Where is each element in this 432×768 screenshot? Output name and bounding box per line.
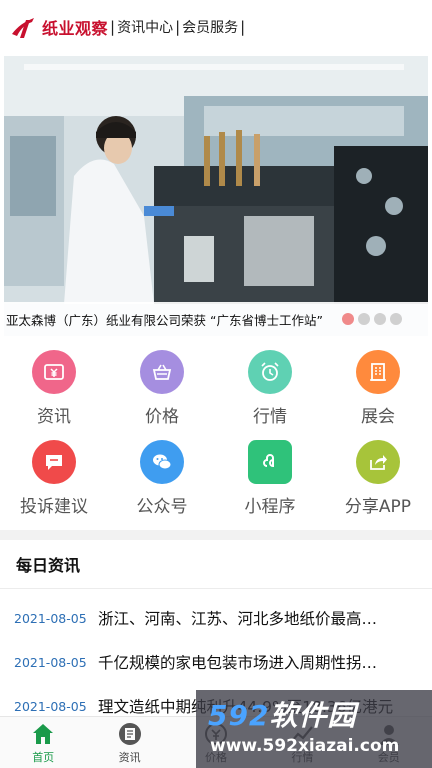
watermark-number: 592 — [208, 699, 270, 732]
grid-label: 公众号 — [136, 497, 188, 517]
nav-separator: | — [240, 18, 246, 36]
news-date: 2021-08-05 — [14, 698, 87, 714]
grid-item-mini-program[interactable]: 小程序 — [216, 440, 324, 524]
carousel-dots — [342, 313, 402, 325]
banner-lab-photo — [4, 56, 428, 304]
top-header: 纸业观察 | 资讯中心 | 会员服务 | — [0, 0, 432, 54]
site-watermark: 592软件园 www.592xiazai.com — [196, 690, 432, 768]
banner-carousel[interactable] — [4, 56, 428, 336]
grid-item-feedback[interactable]: 投诉建议 — [0, 440, 108, 524]
tab-label: 首页 — [32, 750, 55, 764]
nav-link-news-center[interactable]: 资讯中心 — [117, 17, 173, 37]
nav-link-member-service[interactable]: 会员服务 — [182, 17, 238, 37]
news-icon — [118, 722, 141, 745]
news-item[interactable]: 2021-08-05 浙江、河南、江苏、河北多地纸价最高… — [14, 596, 424, 640]
grid-item-exhibition[interactable]: 展会 — [324, 350, 432, 434]
banner-caption[interactable]: 亚太森博（广东）纸业有限公司荣获 “广东省博士工作站” — [0, 310, 336, 329]
app-root: 纸业观察 | 资讯中心 | 会员服务 | 亚太森博（广东）纸业有限公司荣获 “广… — [0, 0, 432, 768]
grid-label: 展会 — [361, 407, 395, 427]
grid-label: 资讯 — [37, 407, 71, 427]
watermark-url: www.592xiazai.com — [210, 736, 400, 756]
tab-label: 资讯 — [118, 750, 141, 764]
tab-home[interactable]: 首页 — [0, 717, 86, 768]
home-icon — [33, 723, 54, 744]
carousel-dot[interactable] — [342, 313, 354, 325]
news-section-title: 每日资讯 — [16, 556, 81, 575]
banner-caption-bar: 亚太森博（广东）纸业有限公司荣获 “广东省博士工作站” — [0, 302, 432, 336]
grid-item-share-app[interactable]: 分享APP — [324, 440, 432, 524]
grid-item-news[interactable]: 资讯 — [0, 350, 108, 434]
grid-label: 分享APP — [344, 497, 412, 517]
news-date: 2021-08-05 — [14, 610, 87, 626]
nav-separator: | — [110, 18, 116, 36]
news-headline[interactable]: 浙江、河南、江苏、河北多地纸价最高… — [98, 607, 418, 629]
grid-label: 投诉建议 — [20, 497, 88, 517]
brand-logo-icon[interactable] — [8, 12, 38, 42]
tab-news[interactable]: 资讯 — [86, 717, 172, 768]
watermark-logo: 592软件园 — [208, 694, 356, 734]
grid-label: 小程序 — [244, 497, 296, 517]
brand-title[interactable]: 纸业观察 — [42, 15, 108, 39]
feature-grid: 资讯 价格 行情 展会 投诉建议 公众号 小程序 分享APP — [0, 350, 432, 524]
grid-label: 行情 — [253, 407, 287, 427]
grid-item-price[interactable]: 价格 — [108, 350, 216, 434]
section-divider — [0, 530, 432, 540]
nav-separator: | — [175, 18, 181, 36]
share-icon — [356, 440, 400, 484]
watermark-text: 软件园 — [269, 699, 357, 732]
alarm-clock-icon — [248, 350, 292, 394]
mini-program-icon — [248, 440, 292, 484]
news-item[interactable]: 2021-08-05 千亿规模的家电包装市场进入周期性拐… — [14, 640, 424, 684]
basket-icon — [140, 350, 184, 394]
news-headline[interactable]: 千亿规模的家电包装市场进入周期性拐… — [98, 651, 418, 673]
carousel-dot[interactable] — [358, 313, 370, 325]
building-icon — [356, 350, 400, 394]
grid-item-market[interactable]: 行情 — [216, 350, 324, 434]
yuan-bill-icon — [32, 350, 76, 394]
wechat-icon — [140, 440, 184, 484]
carousel-dot[interactable] — [390, 313, 402, 325]
news-title-divider — [0, 588, 432, 589]
grid-label: 价格 — [145, 407, 179, 427]
carousel-dot[interactable] — [374, 313, 386, 325]
chat-bubble-icon — [32, 440, 76, 484]
news-date: 2021-08-05 — [14, 654, 87, 670]
grid-item-official-account[interactable]: 公众号 — [108, 440, 216, 524]
